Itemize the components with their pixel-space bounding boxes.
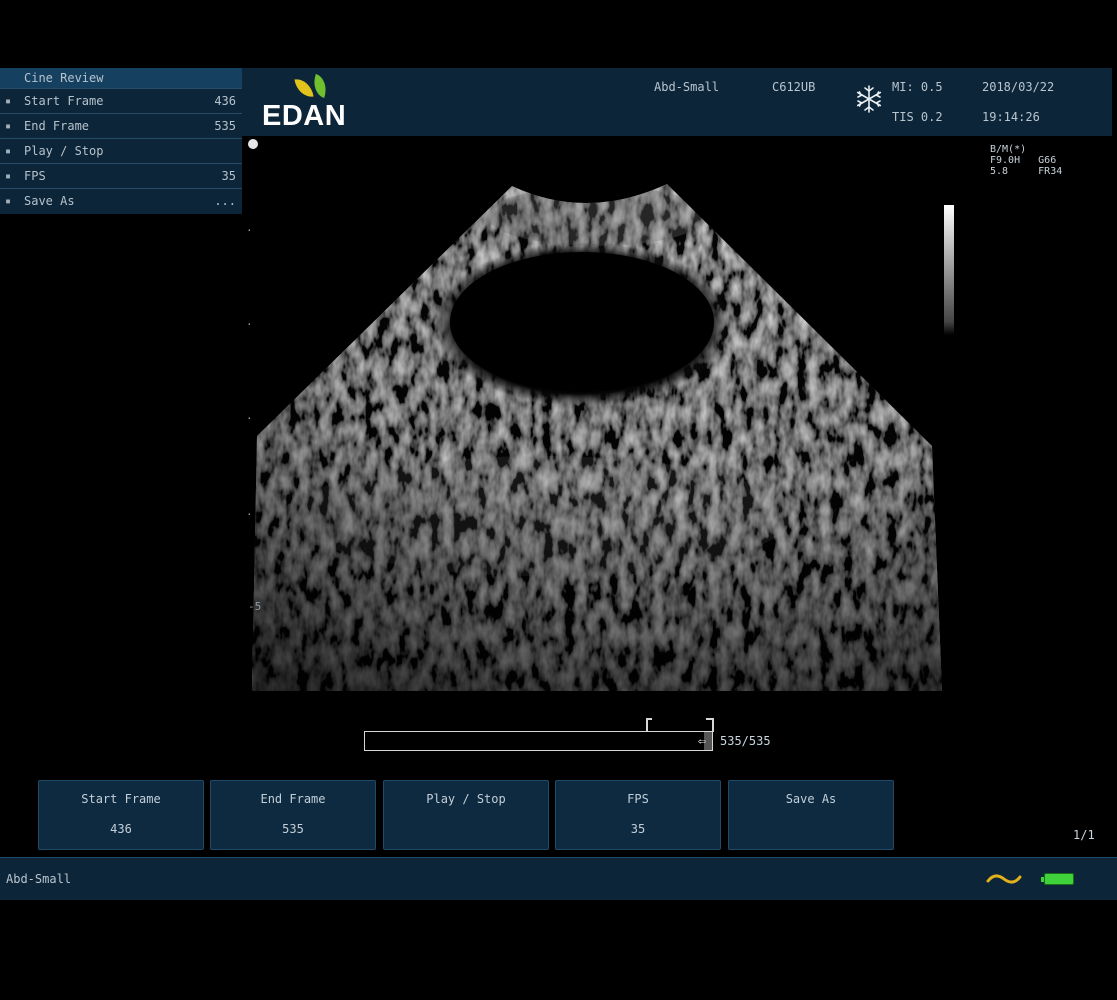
softkey-play-stop[interactable]: Play / Stop [383, 780, 549, 850]
softkey-fps[interactable]: FPS 35 [555, 780, 721, 850]
softkey-label: Play / Stop [426, 792, 506, 806]
top-header: EDAN Abd-Small C612UB MI: 0.5 TIS 0.2 20… [242, 68, 1112, 136]
menu-item-label: Save As [24, 194, 75, 208]
softkey-save-as[interactable]: Save As [728, 780, 894, 850]
softkey-label: Save As [785, 792, 837, 806]
bullet-icon: ▪ [5, 171, 12, 182]
menu-item-label: Play / Stop [24, 144, 104, 158]
imaging-parameters: B/M(*) F9.0H G66 5.8 FR34 [990, 144, 1063, 177]
exam-date: 2018/03/22 [982, 80, 1055, 94]
cine-end-marker[interactable] [706, 718, 714, 732]
menu-item-value: 535 [214, 119, 236, 133]
exam-time: 19:14:26 [982, 110, 1040, 124]
page-indicator[interactable]: 1/1 [1073, 828, 1095, 842]
bullet-icon: ▪ [5, 121, 12, 132]
menu-item-start-frame[interactable]: ▪ Start Frame 436 [0, 88, 242, 113]
menu-item-value: 35 [221, 169, 236, 183]
cine-cursor-icon: ⇦ [698, 734, 706, 749]
depth-tick: · [246, 318, 253, 331]
softkey-value: 35 [630, 822, 646, 836]
depth-tick: · [246, 508, 253, 521]
softkey-value: 535 [282, 822, 304, 836]
softkey-start-frame[interactable]: Start Frame 436 [38, 780, 204, 850]
bullet-icon: ▪ [5, 96, 12, 107]
edan-logo: EDAN [260, 73, 370, 132]
snowflake-icon [856, 85, 882, 113]
logo-leaf-yellow [294, 76, 314, 100]
menu-item-label: FPS [24, 169, 46, 183]
grayscale-bar [944, 205, 954, 335]
wave-icon [986, 874, 1022, 884]
softkey-label: End Frame [260, 792, 326, 806]
bullet-icon: ▪ [5, 146, 12, 157]
softkey-end-frame[interactable]: End Frame 535 [210, 780, 376, 850]
menu-item-value: 436 [214, 94, 236, 108]
softkey-value: 436 [110, 822, 132, 836]
battery-icon [1041, 873, 1074, 885]
brand-name: EDAN [262, 100, 347, 132]
probe-model: C612UB [772, 80, 816, 94]
cine-progress-bar[interactable] [364, 731, 713, 751]
cine-start-marker[interactable] [646, 718, 652, 732]
menu-item-save-as[interactable]: ▪ Save As ... [0, 188, 242, 213]
menu-item-end-frame[interactable]: ▪ End Frame 535 [0, 113, 242, 138]
menu-item-label: End Frame [24, 119, 90, 133]
orientation-marker [248, 139, 258, 149]
ultrasound-screen: EDAN Abd-Small C612UB MI: 0.5 TIS 0.2 20… [0, 0, 1117, 1000]
cine-frame-counter: 535/535 [720, 734, 771, 748]
exam-preset: Abd-Small [654, 80, 720, 94]
status-bar: Abd-Small [0, 857, 1117, 900]
menu-item-label: Start Frame [24, 94, 104, 108]
depth-tick: · [246, 412, 253, 425]
cine-review-menu: Cine Review ▪ Start Frame 436 ▪ End Fram… [0, 68, 242, 214]
menu-item-fps[interactable]: ▪ FPS 35 [0, 163, 242, 188]
softkey-label: Start Frame [81, 792, 161, 806]
thermal-index: TIS 0.2 [892, 110, 943, 124]
depth-scale-label: -5 [248, 600, 262, 613]
ultrasound-image-area[interactable] [242, 136, 1112, 716]
depth-tick: · [246, 224, 253, 237]
bullet-icon: ▪ [5, 196, 12, 207]
mechanical-index: MI: 0.5 [892, 80, 943, 94]
status-preset: Abd-Small [6, 872, 72, 886]
menu-item-value: ... [214, 194, 236, 208]
softkey-label: FPS [627, 792, 649, 806]
menu-item-play-stop[interactable]: ▪ Play / Stop [0, 138, 242, 163]
ultrasound-image [252, 184, 942, 691]
menu-title: Cine Review [0, 68, 242, 88]
